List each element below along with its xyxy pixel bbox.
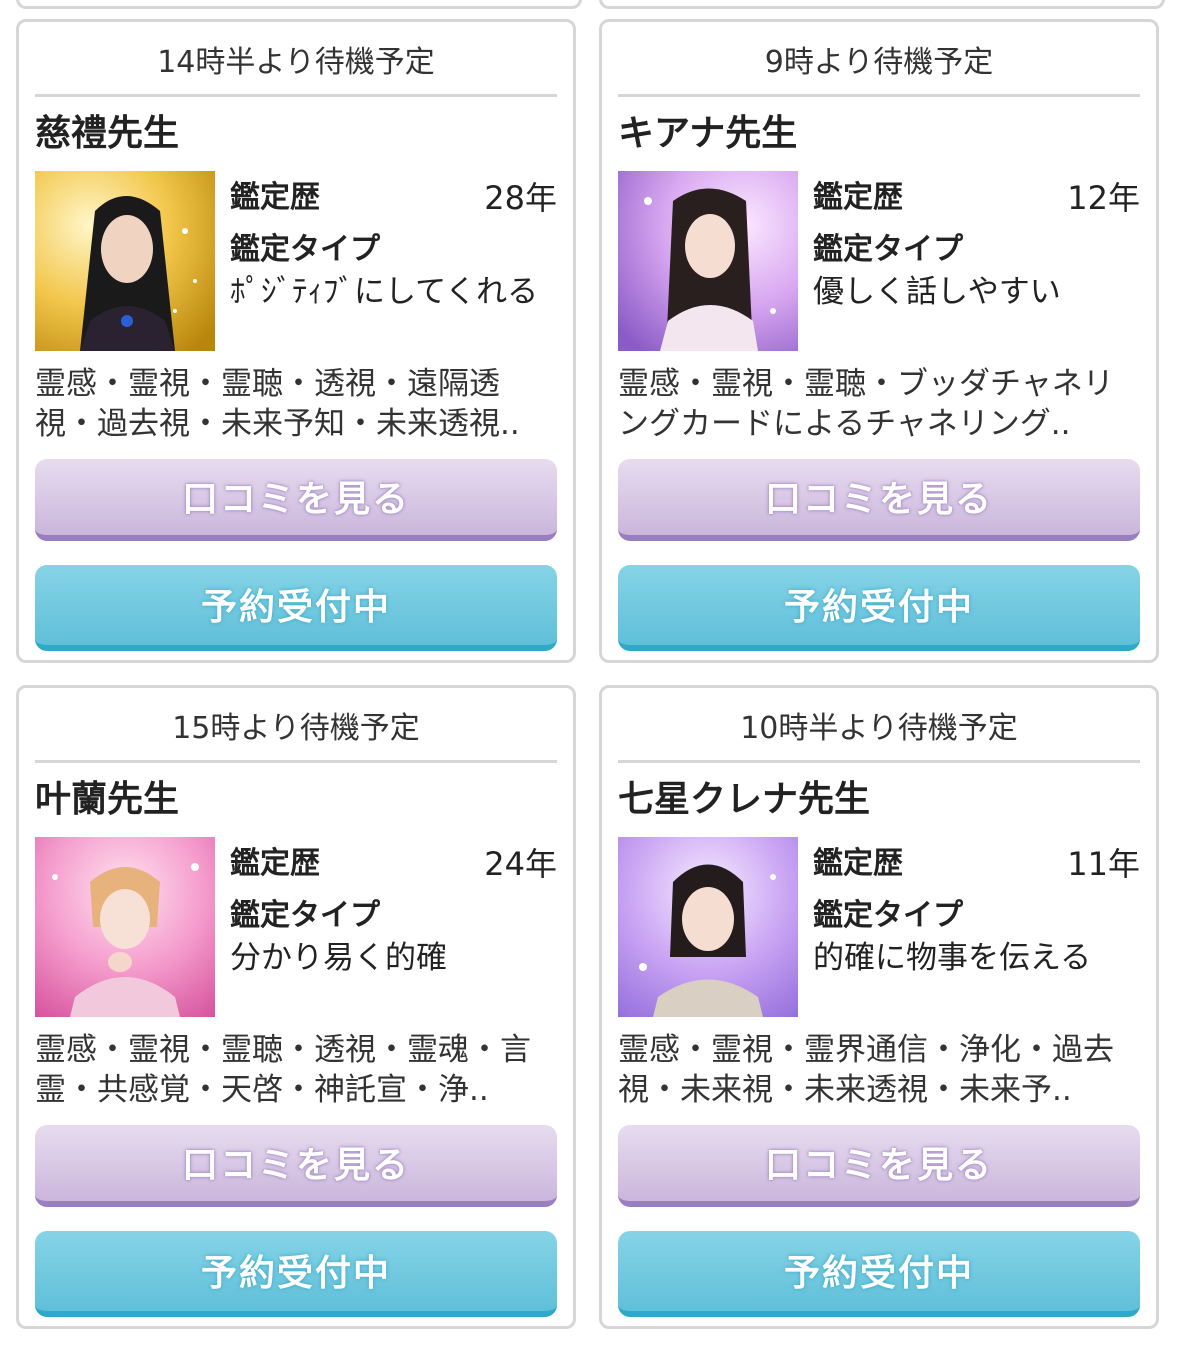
portrait-icon: [618, 171, 798, 351]
view-reviews-button[interactable]: 口コミを見る: [35, 1125, 557, 1207]
experience-value: 28年: [484, 179, 557, 217]
type-label: 鑑定タイプ: [230, 898, 380, 933]
portrait-icon: [618, 837, 798, 1017]
type-value: 優しく話しやすい: [813, 274, 1061, 310]
type-label: 鑑定タイプ: [230, 232, 380, 267]
reservation-button[interactable]: 予約受付中: [618, 565, 1140, 651]
teacher-photo[interactable]: [35, 837, 215, 1017]
experience-row: 鑑定歴 24年: [230, 840, 557, 888]
teacher-info: 鑑定歴 28年 鑑定タイプ ﾎﾟｼﾞﾃｨﾌﾞにしてくれる: [230, 174, 557, 312]
teacher-photo[interactable]: [35, 171, 215, 351]
view-reviews-button[interactable]: 口コミを見る: [618, 1125, 1140, 1207]
fortune-teller-card[interactable]: 15時より待機予定 叶蘭先生 鑑定歴 24年 鑑定タイプ 分かり易く的確 霊感・…: [16, 685, 576, 1329]
teacher-name[interactable]: 七星クレナ先生: [618, 772, 1140, 828]
experience-row: 鑑定歴 28年: [230, 174, 557, 222]
teacher-photo[interactable]: [618, 171, 798, 351]
teacher-photo[interactable]: [618, 837, 798, 1017]
view-reviews-button[interactable]: 口コミを見る: [35, 459, 557, 541]
type-value: ﾎﾟｼﾞﾃｨﾌﾞにしてくれる: [230, 274, 539, 310]
experience-label: 鑑定歴: [813, 180, 903, 215]
standby-status: 15時より待機予定: [35, 698, 557, 763]
reservation-button[interactable]: 予約受付中: [618, 1231, 1140, 1317]
type-label: 鑑定タイプ: [813, 232, 963, 267]
experience-label: 鑑定歴: [813, 846, 903, 881]
fortune-teller-card[interactable]: 14時半より待機予定 慈禮先生 鑑定歴 28年 鑑定タイプ ﾎﾟｼﾞﾃｨﾌﾞにし…: [16, 19, 576, 663]
fortune-teller-card[interactable]: 9時より待機予定 キアナ先生 鑑定歴 12年 鑑定タイプ 優しく話しやすい 霊感…: [599, 19, 1159, 663]
portrait-icon: [35, 171, 215, 351]
experience-label: 鑑定歴: [230, 846, 320, 881]
portrait-icon: [35, 837, 215, 1017]
abilities-text: 霊感・霊視・霊界通信・浄化・過去視・未来視・未来透視・未来予..: [618, 1032, 1114, 1108]
experience-value: 11年: [1067, 845, 1140, 883]
teacher-info: 鑑定歴 11年 鑑定タイプ 的確に物事を伝える: [813, 840, 1140, 978]
standby-status: 14時半より待機予定: [35, 32, 557, 97]
standby-status: 10時半より待機予定: [618, 698, 1140, 763]
experience-label: 鑑定歴: [230, 180, 320, 215]
abilities-text: 霊感・霊視・霊聴・透視・霊魂・言霊・共感覚・天啓・神託宣・浄..: [35, 1032, 531, 1108]
experience-value: 12年: [1067, 179, 1140, 217]
standby-status: 9時より待機予定: [618, 32, 1140, 97]
teacher-name[interactable]: キアナ先生: [618, 106, 1140, 162]
reservation-button[interactable]: 予約受付中: [35, 565, 557, 651]
fortune-teller-card[interactable]: 10時半より待機予定 七星クレナ先生 鑑定歴 11年 鑑定タイプ 的確に物事を伝…: [599, 685, 1159, 1329]
teacher-info: 鑑定歴 12年 鑑定タイプ 優しく話しやすい: [813, 174, 1140, 312]
view-reviews-button[interactable]: 口コミを見る: [618, 459, 1140, 541]
type-value: 的確に物事を伝える: [813, 940, 1092, 976]
teacher-info: 鑑定歴 24年 鑑定タイプ 分かり易く的確: [230, 840, 557, 978]
abilities-text: 霊感・霊視・霊聴・ブッダチャネリングカードによるチャネリング..: [618, 366, 1114, 442]
experience-value: 24年: [484, 845, 557, 883]
previous-card-edge: [599, 0, 1165, 9]
type-value: 分かり易く的確: [230, 940, 447, 976]
experience-row: 鑑定歴 12年: [813, 174, 1140, 222]
teacher-name[interactable]: 慈禮先生: [35, 106, 557, 162]
type-label: 鑑定タイプ: [813, 898, 963, 933]
teacher-name[interactable]: 叶蘭先生: [35, 772, 557, 828]
previous-card-edge: [16, 0, 582, 9]
reservation-button[interactable]: 予約受付中: [35, 1231, 557, 1317]
abilities-text: 霊感・霊視・霊聴・透視・遠隔透視・過去視・未来予知・未来透視..: [35, 366, 520, 442]
experience-row: 鑑定歴 11年: [813, 840, 1140, 888]
